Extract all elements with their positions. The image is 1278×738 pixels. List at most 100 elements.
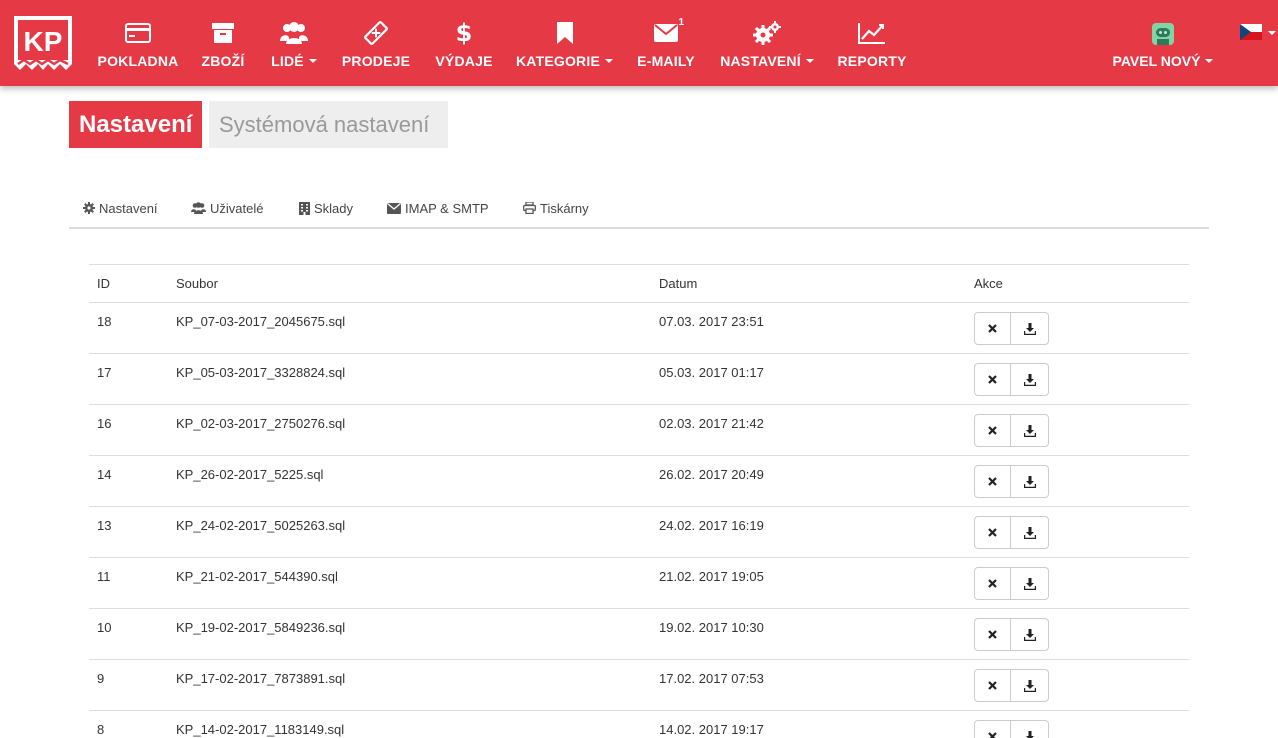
users-icon	[191, 202, 206, 214]
backups-table: ID Soubor Datum Akce 18 KP_07-03-2017_20…	[89, 264, 1189, 738]
download-icon	[1023, 475, 1036, 488]
tab-uzivatele[interactable]: Uživatelé	[191, 196, 263, 220]
row-date: 21.02. 2017 19:05	[659, 569, 764, 584]
tab-imap-smtp[interactable]: IMAP & SMTP	[387, 196, 489, 220]
tab-nastaveni[interactable]: Nastavení	[83, 196, 158, 220]
row-date: 26.02. 2017 20:49	[659, 467, 764, 482]
download-button[interactable]	[1011, 516, 1049, 549]
row-id: 17	[97, 365, 112, 380]
delete-button[interactable]	[974, 669, 1011, 702]
nav-label: REPORTY	[837, 53, 907, 69]
nav-pokladna[interactable]: POKLADNA	[98, 0, 178, 86]
caret-down-icon[interactable]	[1268, 31, 1276, 35]
envelope-icon: 1	[648, 17, 684, 47]
nav-reporty[interactable]: REPORTY	[837, 0, 907, 86]
row-date: 19.02. 2017 10:30	[659, 620, 764, 635]
page-title: Nastavení	[69, 101, 203, 148]
delete-button[interactable]	[974, 363, 1011, 396]
ticket-icon	[358, 19, 394, 47]
table-row: 9 KP_17-02-2017_7873891.sql 17.02. 2017 …	[89, 660, 1189, 711]
row-actions	[974, 720, 1049, 738]
dollar-icon: $	[455, 19, 473, 47]
nav-lide[interactable]: LIDÉ	[271, 0, 317, 86]
download-icon	[1023, 679, 1036, 692]
tab-tiskarny[interactable]: Tiskárny	[523, 196, 589, 220]
table-row: 16 KP_02-03-2017_2750276.sql 02.03. 2017…	[89, 405, 1189, 456]
delete-button[interactable]	[974, 312, 1011, 345]
page-subtitle: Systémová nastavení	[209, 101, 448, 148]
delete-button[interactable]	[974, 516, 1011, 549]
row-file: KP_14-02-2017_1183149.sql	[176, 722, 345, 737]
row-actions	[974, 669, 1049, 702]
logo-text: KP	[24, 26, 63, 57]
download-button[interactable]	[1011, 363, 1049, 396]
row-file: KP_02-03-2017_2750276.sql	[176, 416, 346, 431]
table-row: 13 KP_24-02-2017_5025263.sql 24.02. 2017…	[89, 507, 1189, 558]
row-file: KP_05-03-2017_3328824.sql	[176, 365, 346, 380]
nav-kategorie[interactable]: KATEGORIE	[516, 0, 613, 86]
kp-logo[interactable]: KP	[14, 16, 72, 72]
caret-down-icon	[805, 59, 814, 63]
table-row: 8 KP_14-02-2017_1183149.sql 14.02. 2017 …	[89, 711, 1189, 738]
delete-button[interactable]	[974, 618, 1011, 651]
download-button[interactable]	[1011, 669, 1049, 702]
download-icon	[1023, 424, 1036, 437]
download-icon	[1023, 628, 1036, 641]
caret-down-icon	[308, 59, 317, 63]
building-icon	[299, 201, 310, 215]
credit-card-icon	[120, 19, 156, 47]
language-flag-icon[interactable]	[1240, 24, 1262, 40]
user-name: PAVEL NOVÝ	[1112, 53, 1201, 69]
row-date: 05.03. 2017 01:17	[659, 365, 764, 380]
download-icon	[1023, 373, 1036, 386]
printer-icon	[523, 202, 536, 214]
download-button[interactable]	[1011, 312, 1049, 345]
nav-prodeje[interactable]: PRODEJE	[342, 0, 410, 86]
download-button[interactable]	[1011, 618, 1049, 651]
row-id: 11	[97, 569, 111, 584]
tab-label: IMAP & SMTP	[405, 200, 489, 216]
header-file: Soubor	[176, 276, 218, 291]
nav-emaily[interactable]: 1 E-MAILY	[637, 0, 695, 86]
nav-label: E-MAILY	[637, 53, 695, 69]
table-row: 11 KP_21-02-2017_544390.sql 21.02. 2017 …	[89, 558, 1189, 609]
tab-sklady[interactable]: Sklady	[299, 196, 353, 220]
settings-tabs: Nastavení Uživatelé Sklady IMAP & SMTP T…	[69, 196, 1209, 229]
tab-label: Sklady	[314, 200, 354, 216]
download-icon	[1023, 526, 1036, 539]
download-button[interactable]	[1011, 465, 1049, 498]
row-file: KP_21-02-2017_544390.sql	[176, 569, 338, 584]
row-file: KP_07-03-2017_2045675.sql	[176, 314, 346, 329]
row-id: 9	[97, 671, 105, 686]
nav-label: NASTAVENÍ	[720, 53, 801, 69]
nav-nastaveni[interactable]: NASTAVENÍ	[720, 0, 814, 86]
delete-button[interactable]	[974, 414, 1011, 447]
nav-label: LIDÉ	[271, 53, 304, 69]
bookmark-icon	[547, 19, 583, 47]
delete-button[interactable]	[974, 465, 1011, 498]
nav-zbozi[interactable]: ZBOŽÍ	[201, 0, 245, 86]
nav-label: POKLADNA	[97, 53, 179, 69]
close-icon	[988, 324, 997, 333]
download-button[interactable]	[1011, 720, 1049, 738]
tab-label: Nastavení	[99, 200, 158, 216]
row-id: 14	[97, 467, 112, 482]
close-icon	[988, 579, 997, 588]
row-actions	[974, 465, 1049, 498]
table-row: 18 KP_07-03-2017_2045675.sql 07.03. 2017…	[89, 303, 1189, 354]
delete-button[interactable]	[974, 720, 1011, 738]
download-icon	[1025, 730, 1034, 738]
delete-button[interactable]	[974, 567, 1011, 600]
download-icon	[1023, 577, 1036, 590]
row-date: 07.03. 2017 23:51	[659, 314, 764, 329]
row-id: 13	[97, 518, 112, 533]
row-file: KP_24-02-2017_5025263.sql	[176, 518, 346, 533]
close-icon	[988, 528, 997, 537]
download-button[interactable]	[1011, 414, 1049, 447]
nav-label: ZBOŽÍ	[201, 53, 245, 69]
nav-vydaje[interactable]: $ VÝDAJE	[435, 0, 492, 86]
close-icon	[988, 630, 997, 639]
user-menu[interactable]: PAVEL NOVÝ	[1108, 0, 1218, 86]
close-icon	[988, 426, 997, 435]
download-button[interactable]	[1011, 567, 1049, 600]
